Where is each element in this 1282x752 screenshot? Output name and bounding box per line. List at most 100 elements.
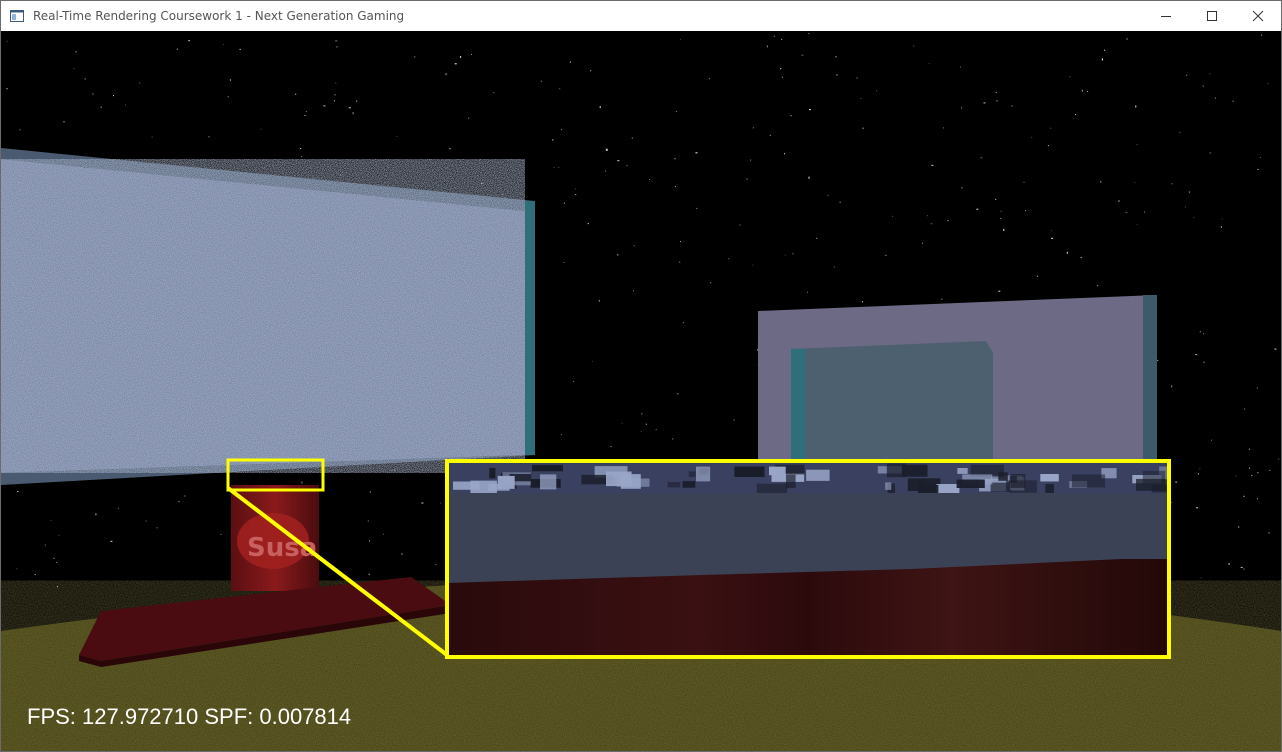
star	[63, 121, 65, 123]
star	[151, 136, 153, 138]
star	[784, 254, 786, 256]
star	[56, 561, 58, 563]
minimize-icon	[1161, 16, 1171, 17]
static-speck	[453, 481, 480, 490]
static-speck	[769, 466, 786, 476]
star	[959, 66, 961, 68]
star	[558, 166, 560, 168]
star	[781, 76, 783, 78]
star	[454, 63, 457, 65]
star	[1081, 89, 1083, 92]
window-controls	[1143, 1, 1281, 31]
star	[552, 139, 554, 141]
static-speck	[990, 482, 1012, 492]
star	[679, 38, 681, 40]
star	[502, 193, 504, 195]
star	[922, 242, 924, 244]
star	[124, 104, 126, 106]
star	[769, 134, 771, 136]
static-speck	[540, 474, 557, 490]
star	[599, 106, 601, 109]
star	[1069, 76, 1071, 78]
star	[1193, 217, 1195, 218]
render-viewport[interactable]: Susa FPS: 127.972710 SPF: 0.007814	[1, 31, 1281, 751]
star	[1171, 385, 1173, 388]
star	[983, 102, 986, 104]
star	[856, 77, 858, 79]
star	[369, 540, 370, 542]
star	[6, 88, 8, 90]
maximize-button[interactable]	[1189, 1, 1235, 31]
star	[961, 187, 963, 189]
maximize-icon	[1207, 11, 1217, 21]
star	[998, 290, 1001, 292]
close-button[interactable]	[1235, 1, 1281, 31]
static-speck	[734, 466, 765, 477]
star	[471, 53, 472, 55]
star	[1268, 532, 1270, 534]
star	[176, 48, 178, 50]
star	[633, 290, 634, 292]
star	[540, 80, 542, 82]
star	[590, 70, 592, 72]
star	[1080, 257, 1082, 259]
star	[401, 553, 403, 555]
star	[679, 261, 681, 263]
star	[1118, 200, 1120, 203]
star	[348, 107, 351, 109]
star	[468, 117, 470, 119]
star	[1050, 127, 1052, 129]
star	[913, 45, 915, 47]
star	[996, 100, 998, 102]
star	[617, 254, 619, 256]
star	[356, 100, 358, 102]
star	[885, 254, 887, 256]
star	[6, 40, 8, 42]
star	[333, 100, 335, 102]
star	[674, 186, 676, 188]
static-speck	[696, 466, 711, 482]
star	[980, 157, 983, 159]
right-monitor-panel	[791, 341, 993, 461]
star	[640, 431, 642, 433]
star	[696, 207, 698, 209]
star	[1047, 145, 1049, 147]
static-speck	[956, 479, 985, 488]
star	[1097, 285, 1099, 287]
star	[53, 557, 56, 559]
star	[1248, 448, 1250, 450]
magnifier-zoom-inset	[447, 461, 1168, 656]
star	[961, 106, 962, 109]
minimize-button[interactable]	[1143, 1, 1189, 31]
star	[300, 156, 302, 158]
star	[1267, 83, 1269, 85]
star	[183, 495, 186, 497]
star	[227, 96, 229, 98]
star	[1171, 183, 1174, 185]
star	[1209, 73, 1211, 75]
star	[369, 491, 371, 493]
star	[563, 262, 565, 263]
star	[708, 78, 710, 80]
star	[739, 224, 741, 226]
star	[790, 115, 792, 117]
title-bar[interactable]: Real-Time Rendering Coursework 1 - Next …	[1, 1, 1281, 31]
star	[839, 201, 841, 203]
star	[1240, 566, 1243, 568]
star	[73, 68, 75, 69]
star	[892, 215, 894, 217]
star	[435, 564, 437, 566]
star	[995, 198, 997, 200]
star	[621, 422, 623, 424]
static-speck	[885, 482, 892, 490]
star	[1243, 495, 1245, 497]
star	[383, 533, 385, 535]
static-speck	[998, 472, 1008, 481]
star	[139, 82, 141, 84]
star	[645, 423, 647, 425]
star	[1003, 228, 1005, 231]
static-speck	[667, 482, 681, 488]
right-monitor-side	[1143, 295, 1157, 471]
star	[1261, 34, 1263, 36]
app-window: Real-Time Rendering Coursework 1 - Next …	[0, 0, 1282, 752]
